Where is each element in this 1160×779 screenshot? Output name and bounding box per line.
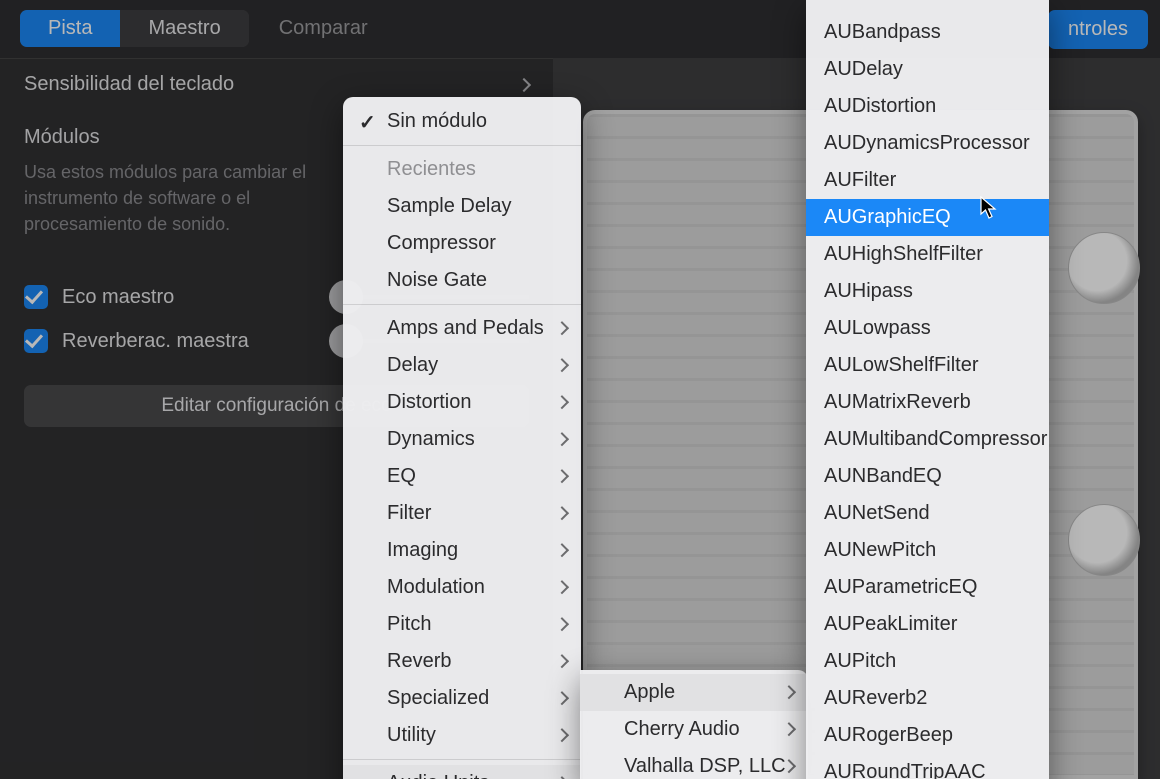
chevron-right-icon xyxy=(517,77,531,91)
menu-item-au-plugin[interactable]: AUDistortion xyxy=(806,88,1049,125)
master-reverb-label: Reverberac. maestra xyxy=(62,330,315,353)
modules-help-text: Usa estos módulos para cambiar el instru… xyxy=(0,153,340,275)
controls-button[interactable]: ntroles xyxy=(1048,10,1148,49)
plugin-menu[interactable]: Sin módulo Recientes Sample Delay Compre… xyxy=(343,97,581,779)
knob-icon[interactable] xyxy=(1068,504,1140,576)
menu-item-category[interactable]: Amps and Pedals xyxy=(343,310,581,347)
menu-separator xyxy=(343,304,581,305)
menu-item-category[interactable]: EQ xyxy=(343,458,581,495)
menu-item-au-plugin[interactable]: AURogerBeep xyxy=(806,717,1049,754)
menu-item-recent[interactable]: Noise Gate xyxy=(343,262,581,299)
menu-item-recent[interactable]: Compressor xyxy=(343,225,581,262)
menu-item-category[interactable]: Distortion xyxy=(343,384,581,421)
menu-item-au-plugin[interactable]: AUNBandEQ xyxy=(806,458,1049,495)
menu-item-au-plugin[interactable]: AUNewPitch xyxy=(806,532,1049,569)
view-segmented-control[interactable]: Pista Maestro xyxy=(20,10,249,47)
menu-header-recents: Recientes xyxy=(343,151,581,188)
menu-item-au-plugin[interactable]: AUPitch xyxy=(806,643,1049,680)
menu-item-vendor[interactable]: Valhalla DSP, LLC xyxy=(580,748,808,779)
menu-item-au-plugin[interactable]: AUFilter xyxy=(806,162,1049,199)
audio-unit-submenu[interactable]: AUBandpassAUDelayAUDistortionAUDynamicsP… xyxy=(806,0,1049,779)
menu-item-au-plugin[interactable]: AUReverb2 xyxy=(806,680,1049,717)
menu-item-category[interactable]: Modulation xyxy=(343,569,581,606)
menu-item-au-plugin[interactable]: AUHighShelfFilter xyxy=(806,236,1049,273)
vendor-submenu[interactable]: Apple Cherry Audio Valhalla DSP, LLC xyxy=(580,670,808,779)
menu-item-no-module[interactable]: Sin módulo xyxy=(343,103,581,140)
menu-item-au-plugin[interactable]: AUParametricEQ xyxy=(806,569,1049,606)
menu-item-au-plugin[interactable]: AUDynamicsProcessor xyxy=(806,125,1049,162)
menu-item-au-plugin[interactable]: AUHipass xyxy=(806,273,1049,310)
menu-item-au-plugin[interactable]: AUMatrixReverb xyxy=(806,384,1049,421)
menu-item-au-plugin[interactable]: AUBandpass xyxy=(806,14,1049,51)
menu-item-au-plugin[interactable]: AULowShelfFilter xyxy=(806,347,1049,384)
menu-item-category[interactable]: Imaging xyxy=(343,532,581,569)
menu-item-au-plugin[interactable]: AUPeakLimiter xyxy=(806,606,1049,643)
tab-master[interactable]: Maestro xyxy=(120,10,248,47)
menu-item-audio-units[interactable]: Audio Units xyxy=(343,765,581,779)
menu-separator xyxy=(343,145,581,146)
menu-item-category[interactable]: Delay xyxy=(343,347,581,384)
keyboard-sensitivity-label: Sensibilidad del teclado xyxy=(24,73,234,96)
master-echo-checkbox[interactable] xyxy=(24,285,48,309)
menu-item-category[interactable]: Specialized xyxy=(343,680,581,717)
compare-button[interactable]: Comparar xyxy=(267,11,380,46)
menu-item-category[interactable]: Reverb xyxy=(343,643,581,680)
menu-item-au-plugin[interactable]: AUNetSend xyxy=(806,495,1049,532)
menu-item-au-plugin[interactable]: AUGraphicEQ xyxy=(806,199,1049,236)
menu-item-vendor[interactable]: Cherry Audio xyxy=(580,711,808,748)
menu-separator xyxy=(343,759,581,760)
menu-item-recent[interactable]: Sample Delay xyxy=(343,188,581,225)
menu-item-vendor[interactable]: Apple xyxy=(580,674,808,711)
menu-item-category[interactable]: Filter xyxy=(343,495,581,532)
menu-item-category[interactable]: Dynamics xyxy=(343,421,581,458)
master-echo-label: Eco maestro xyxy=(62,286,315,309)
menu-item-category[interactable]: Utility xyxy=(343,717,581,754)
menu-item-au-plugin[interactable]: AULowpass xyxy=(806,310,1049,347)
menu-item-au-plugin[interactable]: AUDelay xyxy=(806,51,1049,88)
menu-item-category[interactable]: Pitch xyxy=(343,606,581,643)
knob-icon[interactable] xyxy=(1068,232,1140,304)
tab-track[interactable]: Pista xyxy=(20,10,120,47)
master-reverb-checkbox[interactable] xyxy=(24,329,48,353)
menu-item-au-plugin[interactable]: AURoundTripAAC xyxy=(806,754,1049,779)
menu-item-au-plugin[interactable]: AUMultibandCompressor xyxy=(806,421,1049,458)
